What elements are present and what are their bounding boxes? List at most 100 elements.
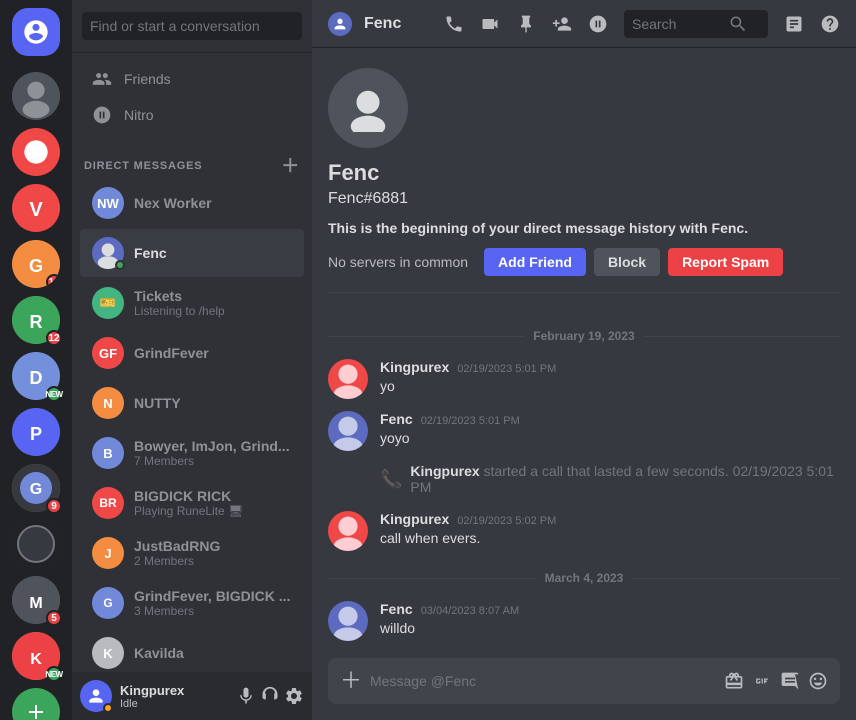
server-badge-11: NEW	[46, 666, 62, 682]
dm-sub-justbadrng: 2 Members	[134, 554, 292, 568]
server-icon-7[interactable]: P	[12, 408, 60, 456]
server-icon-6-wrapper: D NEW	[12, 352, 60, 400]
profile-intro-text: This is the beginning of your direct mes…	[328, 220, 708, 236]
dm-list: NW Nex Worker Fenc 🎫 Tickets Listening t…	[72, 179, 312, 672]
dm-item-nex-worker[interactable]: NW Nex Worker	[80, 179, 304, 227]
message-input[interactable]	[370, 661, 716, 701]
add-dm-button[interactable]: ＋	[281, 157, 300, 175]
dm-name-grindfever: GrindFever	[134, 345, 292, 361]
inbox-icon[interactable]	[784, 14, 804, 34]
svg-text:V: V	[29, 199, 43, 221]
profile-discriminator: Fenc#6881	[328, 190, 408, 208]
msg-author-5: Fenc	[380, 601, 413, 617]
message-group-2: Fenc 02/19/2023 5:01 PM yoyo	[328, 411, 840, 451]
msg-avatar-kingpurex-2	[328, 511, 368, 551]
add-server-button[interactable]	[12, 688, 60, 720]
dm-search-bar	[72, 0, 312, 53]
sticker-icon[interactable]	[780, 671, 800, 691]
gift-icon[interactable]	[724, 671, 744, 691]
msg-author-1: Kingpurex	[380, 359, 449, 375]
msg-header-2: Fenc 02/19/2023 5:01 PM	[380, 411, 840, 427]
server-icon-9[interactable]	[12, 520, 60, 568]
msg-text-1: yo	[380, 377, 840, 397]
servers-in-common-text: No servers in common	[328, 254, 468, 270]
search-icon	[728, 14, 748, 34]
server-icon-8-wrapper: G 9	[12, 464, 60, 512]
phone-icon[interactable]	[444, 14, 464, 34]
user-bar: Kingpurex Idle	[72, 672, 312, 720]
message-group-5: Fenc 03/04/2023 8:07 AM willdo	[328, 601, 840, 641]
msg-header-1: Kingpurex 02/19/2023 5:01 PM	[380, 359, 840, 375]
server-icon-4[interactable]: G 12	[12, 240, 60, 288]
dm-item-grindfever[interactable]: GF GrindFever	[80, 329, 304, 377]
msg-text-2: yoyo	[380, 429, 840, 449]
divider-line-mar-right	[631, 578, 840, 579]
chat-search-input[interactable]	[632, 16, 722, 32]
dm-name-grindfever-bigdick: GrindFever, BIGDICK ...	[134, 588, 292, 604]
video-icon[interactable]	[480, 14, 500, 34]
add-friend-button[interactable]: Add Friend	[484, 248, 586, 276]
attach-button[interactable]: ＋	[340, 658, 362, 704]
add-friend-header-icon[interactable]	[552, 14, 572, 34]
msg-author-2: Fenc	[380, 411, 413, 427]
chat-header-name: Fenc	[364, 15, 401, 33]
gif-icon[interactable]	[752, 671, 772, 691]
dm-item-kavilda[interactable]: K Kavilda	[80, 629, 304, 672]
dm-item-bigdick-rick[interactable]: BR BIGDICK RICK Playing RuneLite 🖥	[80, 479, 304, 527]
svg-text:D: D	[30, 368, 43, 388]
msg-timestamp-5: 03/04/2023 8:07 AM	[421, 605, 519, 617]
msg-header-5: Fenc 03/04/2023 8:07 AM	[380, 601, 840, 617]
pin-icon[interactable]	[516, 14, 536, 34]
nitro-nav-item[interactable]: Nitro	[80, 97, 304, 133]
server-badge-5: 12	[46, 330, 62, 346]
msg-content-2: Fenc 02/19/2023 5:01 PM yoyo	[380, 411, 840, 449]
svg-text:G: G	[30, 481, 42, 498]
dm-item-bowyer[interactable]: B Bowyer, ImJon, Grind... 7 Members	[80, 429, 304, 477]
server-badge-4: 12	[46, 274, 60, 288]
dm-settings-icon[interactable]	[588, 14, 608, 34]
settings-icon[interactable]	[284, 686, 304, 706]
dm-name-fenc: Fenc	[134, 245, 292, 261]
svg-text:R: R	[30, 312, 43, 332]
call-icon: 📞	[380, 469, 402, 490]
dm-item-fenc[interactable]: Fenc	[80, 229, 304, 277]
msg-header-4: Kingpurex 02/19/2023 5:02 PM	[380, 511, 840, 527]
server-icon-3[interactable]: V	[12, 184, 60, 232]
emoji-icon[interactable]	[808, 671, 828, 691]
fenc-status-dot	[115, 260, 125, 270]
msg-avatar-fenc-2	[328, 601, 368, 641]
deafen-icon[interactable]	[260, 686, 280, 706]
call-text: Kingpurex started a call that lasted a f…	[410, 463, 840, 495]
chat-content: Fenc Fenc#6881 This is the beginning of …	[312, 48, 856, 658]
mute-icon[interactable]	[236, 686, 256, 706]
friends-nav-item[interactable]: Friends	[80, 61, 304, 97]
dm-item-justbadrng[interactable]: J JustBadRNG 2 Members	[80, 529, 304, 577]
user-name: Kingpurex	[120, 683, 228, 698]
call-description: started a call that lasted a few seconds…	[484, 463, 729, 479]
dm-sub-grindfever-bigdick: 3 Members	[134, 604, 292, 618]
dm-item-grindfever-bigdick[interactable]: G GrindFever, BIGDICK ... 3 Members	[80, 579, 304, 627]
dm-item-nutty[interactable]: N NUTTY	[80, 379, 304, 427]
nitro-label: Nitro	[124, 107, 154, 123]
report-spam-button[interactable]: Report Spam	[668, 248, 783, 276]
chat-input-area: ＋	[312, 658, 856, 720]
server-icon-2[interactable]	[12, 128, 60, 176]
svg-text:G: G	[29, 256, 43, 276]
conversation-search-input[interactable]	[82, 12, 302, 40]
block-button[interactable]: Block	[594, 248, 660, 276]
divider-line-left	[328, 336, 525, 337]
dm-name-justbadrng: JustBadRNG	[134, 538, 292, 554]
home-button[interactable]	[12, 8, 60, 56]
help-icon[interactable]	[820, 14, 840, 34]
divider-line-mar-left	[328, 578, 537, 579]
msg-timestamp-2: 02/19/2023 5:01 PM	[421, 415, 520, 427]
dm-name-nutty: NUTTY	[134, 395, 292, 411]
dm-sub-bigdick-rick: Playing RuneLite 🖥	[134, 504, 292, 518]
server-icon-1[interactable]	[12, 72, 60, 120]
user-discriminator: Idle	[120, 698, 228, 710]
dm-item-tickets[interactable]: 🎫 Tickets Listening to /help	[80, 279, 304, 327]
header-search	[624, 10, 768, 38]
server-badge-6: NEW	[46, 386, 62, 402]
dm-nav: Friends Nitro	[72, 53, 312, 141]
msg-content-1: Kingpurex 02/19/2023 5:01 PM yo	[380, 359, 840, 397]
